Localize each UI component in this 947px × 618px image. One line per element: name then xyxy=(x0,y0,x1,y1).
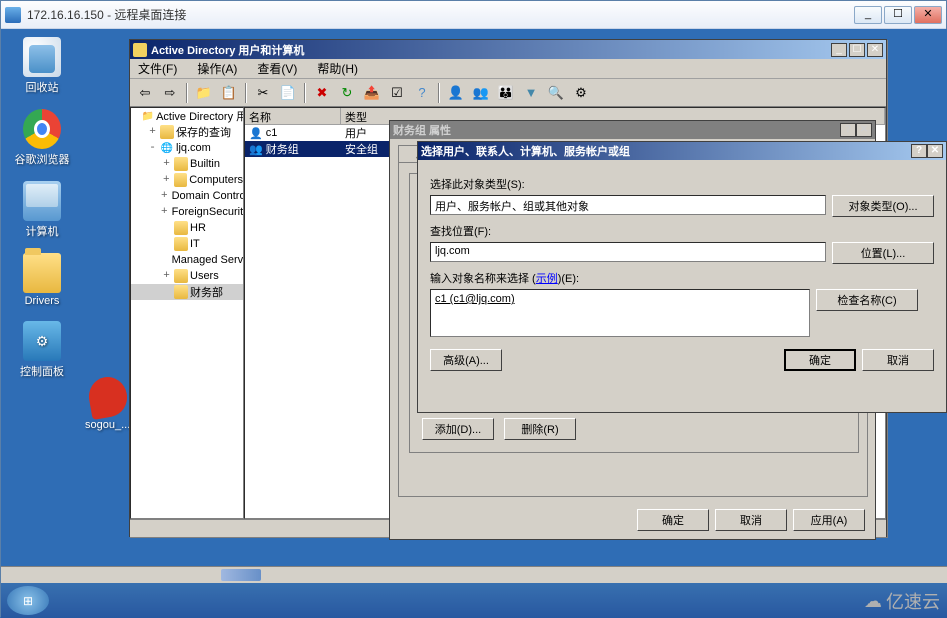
ad-menubar: 文件(F) 操作(A) 查看(V) 帮助(H) xyxy=(130,59,886,79)
menu-action[interactable]: 操作(A) xyxy=(193,58,241,79)
rdp-title: 172.16.16.150 - 远程桌面连接 xyxy=(27,6,854,23)
rdp-close-button[interactable]: ✕ xyxy=(914,6,942,24)
object-type-field: 用户、服务帐户、组或其他对象 xyxy=(430,195,826,215)
control-panel-icon xyxy=(23,321,61,361)
ad-maximize-button[interactable]: ☐ xyxy=(849,43,865,57)
properties2-icon[interactable]: ☑ xyxy=(386,82,408,104)
cloud-icon: ☁ xyxy=(864,591,882,612)
remote-desktop[interactable]: 回收站 谷歌浏览器 计算机 Drivers 控制面板 sogou_... Act… xyxy=(1,29,947,618)
select-users-titlebar[interactable]: 选择用户、联系人、计算机、服务帐户或组 ? ✕ xyxy=(418,142,946,160)
cut-icon[interactable]: ✂ xyxy=(252,82,274,104)
delete-icon[interactable]: ✖ xyxy=(311,82,333,104)
ad-toolbar: ⇦ ⇨ 📁 📋 ✂ 📄 ✖ ↻ 📤 ☑ ? 👤 👥 👪 ▼ 🔍 xyxy=(130,79,886,107)
select-ok-button[interactable]: 确定 xyxy=(784,349,856,371)
location-field: ljq.com xyxy=(430,242,826,262)
select-users-close-button[interactable]: ✕ xyxy=(927,144,943,158)
menu-file[interactable]: 文件(F) xyxy=(134,58,181,79)
recycle-icon xyxy=(23,37,61,77)
tree-item[interactable]: HR xyxy=(131,220,243,236)
chrome-icon xyxy=(23,109,61,149)
search-icon[interactable]: 🔍 xyxy=(545,82,567,104)
check-names-button[interactable]: 检查名称(C) xyxy=(816,289,918,311)
desktop-icon-computer[interactable]: 计算机 xyxy=(23,181,61,239)
watermark: ☁ 亿速云 xyxy=(864,588,940,614)
ad-app-icon xyxy=(133,43,147,57)
desktop-scrollbar[interactable] xyxy=(1,566,947,583)
tree-item[interactable]: +Computers xyxy=(131,172,243,188)
object-types-button[interactable]: 对象类型(O)... xyxy=(832,195,934,217)
properties-close-button[interactable]: ✕ xyxy=(856,123,872,137)
addgroup-icon[interactable]: 👪 xyxy=(495,82,517,104)
windows-icon: ⊞ xyxy=(23,594,33,608)
filter-icon[interactable]: ▼ xyxy=(520,82,542,104)
rdp-minimize-button[interactable]: _ xyxy=(854,6,882,24)
properties-titlebar[interactable]: 财务组 属性 ? ✕ xyxy=(390,121,875,139)
options-icon[interactable]: ⚙ xyxy=(570,82,592,104)
tree-item[interactable]: +Domain Controllers xyxy=(131,188,243,204)
desktop-icon-chrome[interactable]: 谷歌浏览器 xyxy=(15,109,70,167)
adduser-icon[interactable]: 👥 xyxy=(470,82,492,104)
properties-cancel-button[interactable]: 取消 xyxy=(715,509,787,531)
examples-link[interactable]: 示例 xyxy=(536,273,558,285)
select-users-help-button[interactable]: ? xyxy=(911,144,927,158)
rdp-maximize-button[interactable]: ☐ xyxy=(884,6,912,24)
ad-title: Active Directory 用户和计算机 xyxy=(151,42,831,58)
tree-item[interactable]: 财务部 xyxy=(131,284,243,300)
tree-item[interactable]: +Users xyxy=(131,268,243,284)
computer-icon xyxy=(23,181,61,221)
rdp-window: 172.16.16.150 - 远程桌面连接 _ ☐ ✕ 回收站 谷歌浏览器 计… xyxy=(0,0,947,617)
start-button[interactable]: ⊞ xyxy=(7,586,49,615)
copy-icon[interactable]: 📄 xyxy=(277,82,299,104)
back-icon[interactable]: ⇦ xyxy=(134,82,156,104)
rdp-titlebar[interactable]: 172.16.16.150 - 远程桌面连接 _ ☐ ✕ xyxy=(1,1,946,29)
tree-item[interactable]: IT xyxy=(131,236,243,252)
list-col-name[interactable]: 名称 xyxy=(245,108,341,125)
forward-icon[interactable]: ⇨ xyxy=(159,82,181,104)
tree-item[interactable]: Managed Service Accoun xyxy=(131,252,243,268)
properties-icon[interactable]: 📋 xyxy=(218,82,240,104)
up-icon[interactable]: 📁 xyxy=(193,82,215,104)
tree-item[interactable]: +Builtin xyxy=(131,156,243,172)
refresh-icon[interactable]: ↻ xyxy=(336,82,358,104)
object-names-input[interactable]: c1 (c1@ljq.com) xyxy=(430,289,810,337)
help-icon[interactable]: ? xyxy=(411,82,433,104)
desktop-icon-recycle[interactable]: 回收站 xyxy=(23,37,61,95)
tree-item[interactable]: 📁Active Directory 用户和计算机 xyxy=(131,108,243,124)
select-users-dialog: 选择用户、联系人、计算机、服务帐户或组 ? ✕ 选择此对象类型(S): 用户、服… xyxy=(417,141,947,413)
names-label: 输入对象名称来选择 (示例)(E): xyxy=(430,270,934,286)
scrollbar-thumb[interactable] xyxy=(221,569,261,581)
properties-ok-button[interactable]: 确定 xyxy=(637,509,709,531)
tree-item[interactable]: +保存的查询 xyxy=(131,124,243,140)
select-cancel-button[interactable]: 取消 xyxy=(862,349,934,371)
desktop-icon-control-panel[interactable]: 控制面板 xyxy=(20,321,64,379)
ad-minimize-button[interactable]: _ xyxy=(831,43,847,57)
ad-close-button[interactable]: ✕ xyxy=(867,43,883,57)
add-button[interactable]: 添加(D)... xyxy=(422,418,494,440)
desktop-icon-sogou[interactable]: sogou_... xyxy=(85,377,130,431)
sogou-icon xyxy=(85,374,129,420)
tree-item[interactable]: -🌐ljq.com xyxy=(131,140,243,156)
export-icon[interactable]: 📤 xyxy=(361,82,383,104)
remove-button[interactable]: 删除(R) xyxy=(504,418,576,440)
menu-help[interactable]: 帮助(H) xyxy=(313,58,362,79)
folder-icon xyxy=(23,253,61,293)
menu-view[interactable]: 查看(V) xyxy=(253,58,301,79)
taskbar[interactable]: ⊞ xyxy=(1,583,947,618)
location-label: 查找位置(F): xyxy=(430,223,934,239)
desktop-icons: 回收站 谷歌浏览器 计算机 Drivers 控制面板 xyxy=(7,37,77,379)
properties-help-button[interactable]: ? xyxy=(840,123,856,137)
ad-titlebar[interactable]: Active Directory 用户和计算机 _ ☐ ✕ xyxy=(130,40,886,59)
ad-tree[interactable]: 📁Active Directory 用户和计算机+保存的查询-🌐ljq.com+… xyxy=(130,107,244,519)
rdp-icon xyxy=(5,7,21,23)
object-type-label: 选择此对象类型(S): xyxy=(430,176,934,192)
locations-button[interactable]: 位置(L)... xyxy=(832,242,934,264)
desktop-icon-drivers[interactable]: Drivers xyxy=(23,253,61,307)
advanced-button[interactable]: 高级(A)... xyxy=(430,349,502,371)
properties-apply-button[interactable]: 应用(A) xyxy=(793,509,865,531)
tree-item[interactable]: +ForeignSecurityPrincip xyxy=(131,204,243,220)
users-icon[interactable]: 👤 xyxy=(445,82,467,104)
